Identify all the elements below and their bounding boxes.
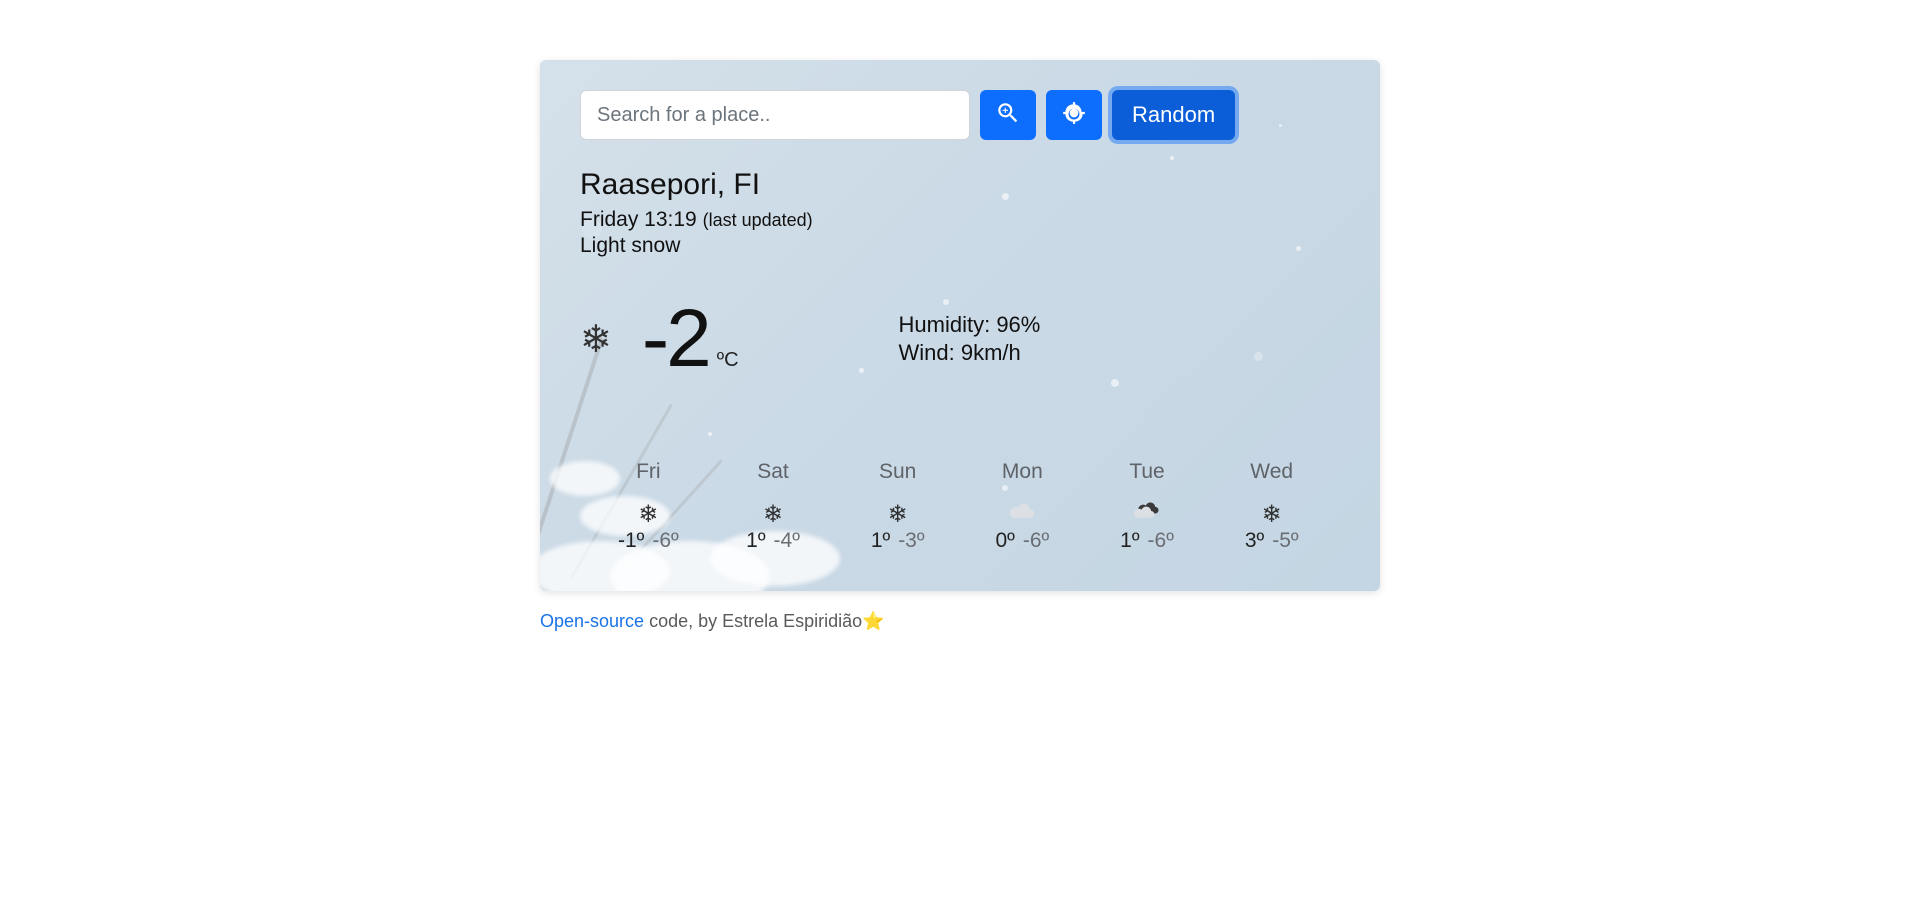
high-temp: -1º bbox=[618, 529, 644, 552]
current-temperature: -2 ºC bbox=[642, 298, 739, 380]
humidity-value: 96% bbox=[996, 312, 1040, 337]
forecast-day: Sun ❄1º -3º bbox=[835, 460, 960, 553]
low-temp: -6º bbox=[652, 529, 678, 552]
forecast-day: Tue 1º -6º bbox=[1085, 460, 1210, 553]
day-temps: 1º -6º bbox=[1085, 529, 1210, 553]
snowflake-icon: ❄ bbox=[763, 501, 783, 528]
day-temps: 0º -6º bbox=[960, 529, 1085, 553]
geolocate-button[interactable] bbox=[1046, 90, 1102, 140]
updated-time: Friday 13:19 bbox=[580, 208, 703, 231]
day-temps: 3º -5º bbox=[1209, 529, 1334, 553]
footer-text: code, by Estrela Espiridião bbox=[644, 611, 862, 631]
open-source-link[interactable]: Open-source bbox=[540, 611, 644, 631]
star-icon: ⭐ bbox=[862, 611, 884, 631]
low-temp: -6º bbox=[1148, 529, 1174, 552]
random-button[interactable]: Random bbox=[1112, 90, 1235, 140]
search-zoom-icon bbox=[995, 100, 1021, 131]
forecast-day: Fri ❄-1º -6º bbox=[586, 460, 711, 553]
day-label: Sun bbox=[835, 460, 960, 484]
wind-line: Wind: 9km/h bbox=[899, 340, 1041, 366]
day-temps: 1º -4º bbox=[711, 529, 836, 553]
stats-block: Humidity: 96% Wind: 9km/h bbox=[899, 310, 1041, 368]
high-temp: 0º bbox=[996, 529, 1015, 552]
forecast-day: Wed ❄3º -5º bbox=[1209, 460, 1334, 553]
search-input[interactable] bbox=[580, 90, 970, 140]
location-name: Raasepori, FI bbox=[580, 168, 1340, 202]
high-temp: 1º bbox=[871, 529, 890, 552]
forecast-day: Sat ❄1º -4º bbox=[711, 460, 836, 553]
snowflake-icon: ❄ bbox=[638, 501, 658, 528]
crosshair-icon bbox=[1061, 100, 1087, 131]
day-label: Wed bbox=[1209, 460, 1334, 484]
low-temp: -6º bbox=[1023, 529, 1049, 552]
overcast-icon bbox=[1133, 501, 1161, 528]
search-row: Random bbox=[580, 90, 1340, 140]
high-temp: 3º bbox=[1245, 529, 1264, 552]
updated-suffix: (last updated) bbox=[703, 210, 813, 230]
low-temp: -4º bbox=[774, 529, 800, 552]
day-temps: 1º -3º bbox=[835, 529, 960, 553]
wind-label: Wind: bbox=[899, 340, 961, 365]
day-temps: -1º -6º bbox=[586, 529, 711, 553]
forecast-row: Fri❄-1º-6ºSat❄1º-4ºSun❄1º-3ºMon0º-6ºTue1… bbox=[580, 460, 1340, 553]
condition-text: Light snow bbox=[580, 234, 1340, 258]
low-temp: -5º bbox=[1272, 529, 1298, 552]
day-label: Tue bbox=[1085, 460, 1210, 484]
day-label: Sat bbox=[711, 460, 836, 484]
weather-card: Random Raasepori, FI Friday 13:19 (last … bbox=[540, 60, 1380, 591]
humidity-line: Humidity: 96% bbox=[899, 312, 1041, 338]
footer: Open-source code, by Estrela Espiridião⭐ bbox=[540, 611, 1380, 632]
snowflake-icon: ❄ bbox=[580, 317, 612, 362]
forecast-day: Mon 0º -6º bbox=[960, 460, 1085, 553]
current-row: ❄ -2 ºC Humidity: 96% Wind: 9km/h bbox=[580, 298, 1340, 380]
cloud-icon bbox=[1008, 501, 1036, 528]
low-temp: -3º bbox=[898, 529, 924, 552]
high-temp: 1º bbox=[1120, 529, 1139, 552]
snowflake-icon: ❄ bbox=[888, 501, 908, 528]
last-updated: Friday 13:19 (last updated) bbox=[580, 208, 1340, 232]
day-label: Fri bbox=[586, 460, 711, 484]
high-temp: 1º bbox=[746, 529, 765, 552]
snowflake-icon: ❄ bbox=[1262, 501, 1282, 528]
day-label: Mon bbox=[960, 460, 1085, 484]
temp-unit: ºC bbox=[717, 349, 739, 372]
temp-value: -2 bbox=[642, 298, 709, 380]
search-button[interactable] bbox=[980, 90, 1036, 140]
wind-value: 9km/h bbox=[961, 340, 1021, 365]
humidity-label: Humidity: bbox=[899, 312, 997, 337]
